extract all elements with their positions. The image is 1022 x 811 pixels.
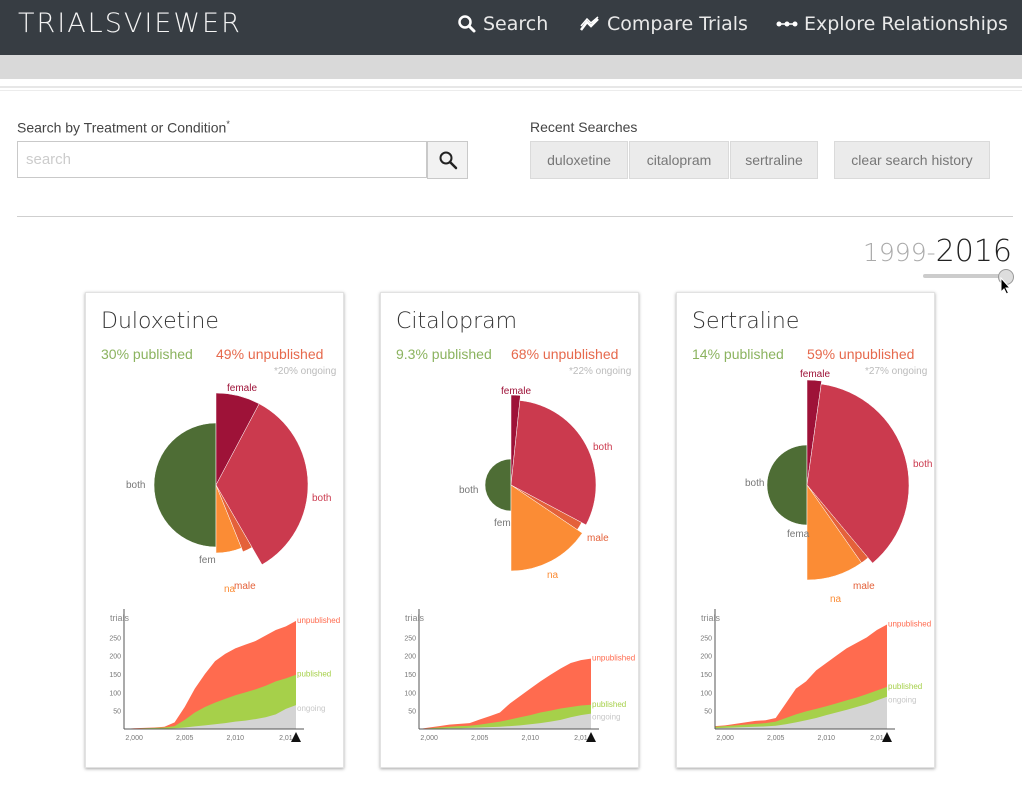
pie-label-male: male <box>853 581 875 592</box>
y-tick-label: 200 <box>404 654 416 661</box>
pie-label-male: male <box>234 581 256 592</box>
sub-header-bar <box>0 55 1022 79</box>
required-mark: * <box>226 119 230 129</box>
pie-label-fem_left: fem <box>494 518 511 529</box>
search-label: Search by Treatment or Condition* <box>17 119 230 136</box>
series-label-unpublished: unpublished <box>297 616 340 625</box>
drug-card-sertraline[interactable]: Sertraline 14% published 59% unpublished… <box>676 292 935 768</box>
x-tick-label: 2,005 <box>471 735 489 742</box>
y-tick-label: 150 <box>109 672 121 679</box>
y-tick-label: 250 <box>109 635 121 642</box>
pie-label-female: female <box>227 383 257 394</box>
top-navbar: TrialsViewer Search Compare Trials Explo… <box>0 0 1022 55</box>
x-tick-label: 2,005 <box>176 735 194 742</box>
x-tick-label: 2,010 <box>818 735 836 742</box>
card-visualization: female both malena both fem trials 250 200 150 10… <box>109 383 340 742</box>
card-visualization: female both malena both fema trials 250 200 150 1… <box>700 369 932 742</box>
pie-label-na: na <box>547 570 559 581</box>
published-wedge <box>484 458 512 512</box>
y-axis-label: trials <box>701 613 721 623</box>
year-slider-track[interactable] <box>923 274 1009 278</box>
recent-search-duloxetine[interactable]: duloxetine <box>530 141 628 179</box>
year-range-start: 1999- <box>862 238 936 267</box>
y-axis-label: trials <box>110 613 130 623</box>
search-input[interactable]: search <box>17 141 427 178</box>
x-tick-label: 2,010 <box>522 735 540 742</box>
published-wedge <box>766 444 808 526</box>
pie-label-both_left: both <box>745 478 764 489</box>
recent-search-citalopram[interactable]: citalopram <box>629 141 729 179</box>
x-tick-label: 2,010 <box>227 735 245 742</box>
x-tick-label: 2,000 <box>420 735 438 742</box>
trend-icon <box>580 16 599 31</box>
y-tick-label: 50 <box>704 709 712 716</box>
pie-label-fem_left: fema <box>787 529 810 540</box>
series-label-unpublished: unpublished <box>888 620 931 629</box>
nav-explore-relationships[interactable]: Explore Relationships <box>776 12 1008 36</box>
pie-label-both_left: both <box>126 480 145 491</box>
nav-search-label: Search <box>483 13 549 35</box>
y-tick-label: 100 <box>700 690 712 697</box>
pie-label-both_right: both <box>312 493 331 504</box>
y-tick-label: 50 <box>113 709 121 716</box>
pie-label-female: female <box>501 386 531 397</box>
drug-card-duloxetine[interactable]: Duloxetine 30% published 49% unpublished… <box>85 292 344 768</box>
series-label-published: published <box>888 682 922 691</box>
nav-explore-label: Explore Relationships <box>804 13 1008 35</box>
nav-compare-trials[interactable]: Compare Trials <box>579 12 748 36</box>
clear-search-history-button[interactable]: clear search history <box>834 141 990 179</box>
app-logo[interactable]: TrialsViewer <box>18 8 242 39</box>
y-tick-label: 200 <box>700 654 712 661</box>
card-visualization: female both male na both fem trials 250 200 150 10… <box>404 386 635 742</box>
series-label-ongoing: ongoing <box>592 713 620 722</box>
x-tick-label: 2,01 <box>279 735 293 742</box>
nav-compare-label: Compare Trials <box>607 13 748 35</box>
x-tick-label: 2,000 <box>716 735 734 742</box>
pie-label-both_right: both <box>593 442 612 453</box>
series-label-ongoing: ongoing <box>888 696 916 705</box>
divider <box>17 216 1013 217</box>
pie-label-both_right: both <box>913 459 932 470</box>
y-tick-label: 50 <box>408 709 416 716</box>
search-icon <box>458 15 476 33</box>
y-tick-label: 100 <box>109 690 121 697</box>
divider <box>0 90 1022 91</box>
series-label-published: published <box>297 670 331 679</box>
y-tick-label: 200 <box>109 654 121 661</box>
published-wedge <box>153 422 217 548</box>
pie-label-na: na <box>224 584 236 595</box>
search-icon <box>439 151 457 170</box>
series-label-unpublished: unpublished <box>592 654 635 663</box>
network-icon <box>776 21 798 27</box>
y-tick-label: 150 <box>404 672 416 679</box>
y-tick-label: 150 <box>700 672 712 679</box>
x-tick-label: 2,005 <box>767 735 785 742</box>
nav-search[interactable]: Search <box>457 12 548 36</box>
series-label-ongoing: ongoing <box>297 704 325 713</box>
y-axis-label: trials <box>405 613 425 623</box>
y-tick-label: 250 <box>700 635 712 642</box>
recent-search-sertraline[interactable]: sertraline <box>730 141 818 179</box>
series-label-published: published <box>592 700 626 709</box>
search-label-text: Search by Treatment or Condition <box>17 119 227 136</box>
search-button[interactable] <box>427 141 468 179</box>
recent-searches-label: Recent Searches <box>530 119 638 135</box>
pie-label-both_left: both <box>459 485 478 496</box>
x-tick-label: 2,01 <box>574 735 588 742</box>
year-range-end: 2016 <box>935 234 1012 269</box>
mouse-cursor-icon <box>1000 277 1012 295</box>
x-tick-label: 2,01 <box>870 735 884 742</box>
y-tick-label: 100 <box>404 690 416 697</box>
y-tick-label: 250 <box>404 635 416 642</box>
pie-label-na: na <box>830 594 842 605</box>
year-range: 1999-2016 <box>863 234 1012 269</box>
divider <box>0 86 1022 88</box>
x-tick-label: 2,000 <box>125 735 143 742</box>
drug-card-citalopram[interactable]: Citalopram 9.3% published 68% unpublishe… <box>380 292 639 768</box>
pie-label-male: male <box>587 533 609 544</box>
pie-label-fem_left: fem <box>199 555 216 566</box>
pie-label-female: female <box>800 369 830 380</box>
